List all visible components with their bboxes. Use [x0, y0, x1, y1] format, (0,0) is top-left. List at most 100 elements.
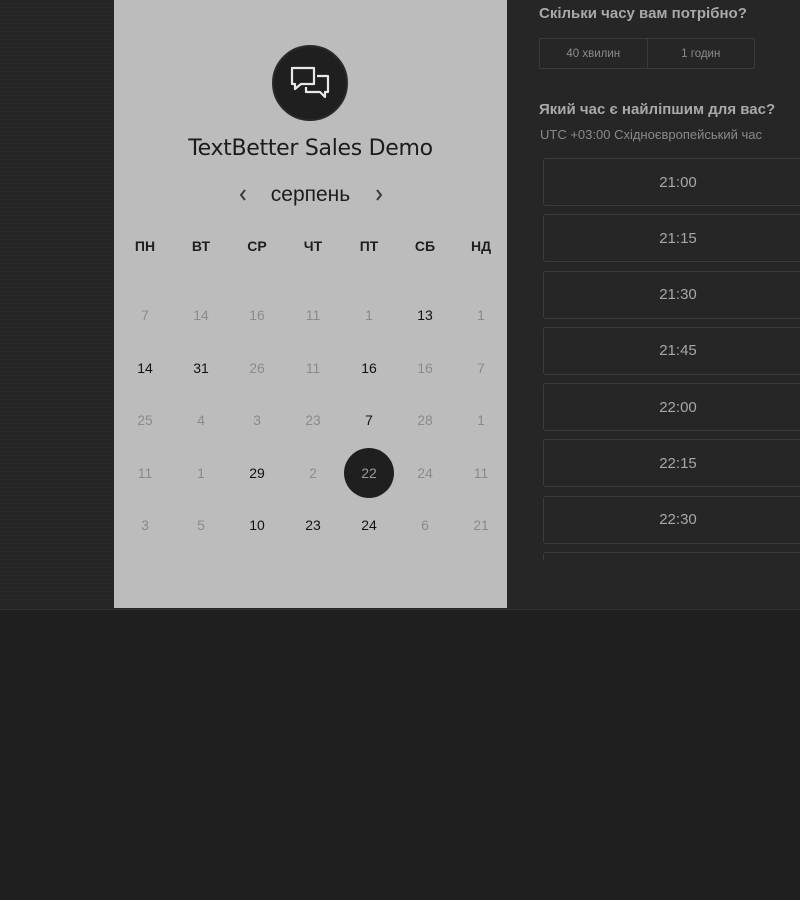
calendar-day-number: 28 — [417, 412, 433, 429]
calendar-day: 21 — [453, 499, 509, 552]
next-month-button[interactable] — [365, 181, 393, 209]
calendar-day-number: 11 — [305, 307, 321, 324]
weekday-label: НД — [470, 238, 492, 254]
calendar-day-number: 21 — [473, 517, 489, 534]
duration-option[interactable]: 40 хвилин — [540, 39, 647, 68]
time-slot-list[interactable]: 21:00 21:15 21:30 21:45 22:00 22:15 22:3… — [543, 158, 800, 560]
calendar-day: 25 — [117, 394, 173, 447]
calendar-day-number: 31 — [193, 359, 209, 376]
calendar-day: 1 — [453, 394, 509, 447]
calendar-day[interactable]: 24 — [341, 499, 397, 552]
time-slot[interactable]: 21:30 — [543, 270, 800, 319]
time-slot-label: 21:45 — [659, 342, 697, 360]
chevron-left-icon — [239, 189, 246, 201]
duration-question: Скільки часу вам потрібно? — [539, 5, 747, 22]
calendar-day: 1 — [453, 289, 509, 342]
calendar-day-number: 11 — [137, 464, 153, 481]
calendar-day: 11 — [117, 447, 173, 500]
calendar-day-number: 11 — [473, 464, 489, 481]
calendar-day-number: 16 — [249, 307, 265, 324]
calendar-day-number: 14 — [193, 307, 209, 324]
calendar-day-number: 2 — [309, 464, 317, 481]
time-slot[interactable]: 22:15 — [543, 439, 800, 488]
calendar-day[interactable]: 16 — [341, 342, 397, 395]
calendar-day: 1 — [173, 447, 229, 500]
time-slot-label: 21:15 — [659, 229, 697, 247]
calendar-day-number: 1 — [477, 412, 485, 429]
calendar-day: 4 — [173, 394, 229, 447]
calendar-day[interactable]: 10 — [229, 499, 285, 552]
time-slot-label: 21:30 — [659, 286, 697, 304]
calendar-day[interactable]: 23 — [285, 499, 341, 552]
calendar-day: 11 — [285, 342, 341, 395]
calendar-day: 3 — [229, 394, 285, 447]
time-slot[interactable] — [543, 552, 800, 560]
calendar-day-number: 1 — [477, 307, 485, 324]
calendar-day: 2 — [285, 447, 341, 500]
calendar-day[interactable]: 31 — [173, 342, 229, 395]
calendar-day-number: 3 — [141, 517, 149, 534]
calendar-day: 11 — [285, 289, 341, 342]
calendar-day-number: 25 — [137, 412, 153, 429]
calendar-day: 24 — [397, 447, 453, 500]
calendar-day[interactable]: 29 — [229, 447, 285, 500]
calendar-day: 16 — [397, 342, 453, 395]
time-slot-label: 22:15 — [659, 454, 697, 472]
calendar-day-number: 13 — [417, 307, 433, 324]
weekday-label: ПТ — [359, 238, 379, 254]
left-backdrop — [0, 0, 114, 600]
calendar-day: 23 — [285, 394, 341, 447]
calendar-day: 3 — [117, 499, 173, 552]
calendar-day[interactable]: 7 — [341, 394, 397, 447]
calendar-day: 7 — [453, 342, 509, 395]
calendar-day: 6 — [397, 499, 453, 552]
calendar-day-number: 14 — [137, 359, 153, 376]
calendar-day-number: 24 — [417, 464, 433, 481]
prev-month-button[interactable] — [229, 181, 257, 209]
logo-badge — [272, 45, 348, 121]
calendar-day-number: 23 — [305, 517, 321, 534]
calendar-day-number: 5 — [197, 517, 205, 534]
calendar-day-selected[interactable]: 22 — [341, 447, 397, 500]
time-slot[interactable]: 22:00 — [543, 383, 800, 432]
weekday-label: ЧТ — [303, 238, 323, 254]
time-slot[interactable]: 21:45 — [543, 326, 800, 375]
calendar-day-number: 10 — [249, 517, 265, 534]
calendar-day-number: 24 — [361, 517, 377, 534]
calendar-day: 11 — [453, 447, 509, 500]
calendar-day-number: 1 — [197, 464, 205, 481]
time-slot[interactable]: 22:30 — [543, 495, 800, 544]
chat-bubbles-icon — [290, 66, 330, 99]
calendar-day[interactable]: 14 — [117, 342, 173, 395]
calendar-day: 7 — [117, 289, 173, 342]
calendar-day-number: 22 — [344, 447, 394, 498]
timezone-label[interactable]: UTC +03:00 Східноєвропейський час — [540, 127, 762, 142]
weekday-label: ПН — [134, 238, 156, 254]
time-question: Який час є найліпшим для вас? — [539, 101, 776, 118]
calendar-day-number: 26 — [249, 359, 265, 376]
calendar-day-number: 7 — [477, 359, 485, 376]
calendar-day-number: 7 — [141, 307, 149, 324]
time-slot-label: 21:00 — [659, 173, 697, 191]
calendar-day-number: 29 — [249, 464, 265, 481]
weekday-header: ПН ВТ СР ЧТ ПТ СБ НД — [117, 238, 509, 258]
calendar-day: 16 — [229, 289, 285, 342]
time-slot[interactable]: 21:00 — [543, 158, 800, 206]
month-label: серпень — [270, 183, 351, 206]
calendar-day-number: 6 — [421, 517, 429, 534]
weekday-label: СР — [247, 238, 267, 254]
calendar-day-number: 16 — [361, 359, 377, 376]
calendar-day: 14 — [173, 289, 229, 342]
calendar-day: 1 — [341, 289, 397, 342]
month-navigation: серпень — [114, 180, 507, 210]
calendar-day-number: 1 — [365, 307, 373, 324]
calendar-day-number: 11 — [305, 359, 321, 376]
calendar-day[interactable]: 13 — [397, 289, 453, 342]
duration-option[interactable]: 1 годин — [646, 39, 755, 68]
calendar-card: TextBetter Sales Demo серпень ПН ВТ СР Ч… — [114, 0, 507, 608]
calendar-day-number: 3 — [253, 412, 261, 429]
calendar-grid: 7 14 16 11 1 13 1 14 31 26 11 16 16 7 25 4 3 23 7 28 1 11 1 29 2… — [117, 289, 509, 552]
time-slot[interactable]: 21:15 — [543, 214, 800, 263]
calendar-day-number: 23 — [305, 412, 321, 429]
calendar-day: 26 — [229, 342, 285, 395]
